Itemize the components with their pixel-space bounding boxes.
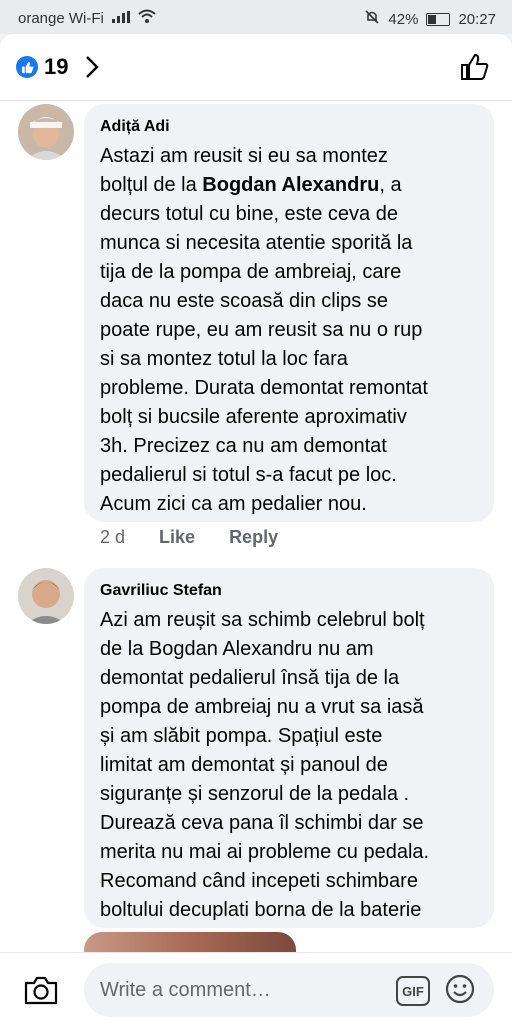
comment-placeholder: Write a comment… — [100, 979, 271, 1001]
comment-input[interactable]: Write a comment… GIF — [84, 963, 494, 1017]
comment-author[interactable]: Gavriliuc Stefan — [100, 582, 478, 600]
comment-text-part: , a decurs totul cu bine, este ceva de m… — [100, 174, 428, 515]
wifi-icon — [138, 9, 156, 27]
chevron-right-icon[interactable] — [84, 54, 100, 85]
comment-time: 2 d — [100, 527, 126, 547]
status-bar: orange Wi-Fi 42% 20:27 — [0, 0, 512, 34]
signal-icon — [111, 10, 130, 27]
reactions-header: 19 — [0, 34, 512, 101]
avatar[interactable] — [18, 568, 74, 624]
mute-icon — [364, 9, 380, 29]
comment-author[interactable]: Adiță Adi — [100, 118, 478, 136]
gif-button[interactable]: GIF — [396, 976, 430, 1006]
clock: 20:27 — [458, 10, 496, 28]
comment-bubble[interactable]: Gavriliuc Stefan Azi am reușit sa schimb… — [84, 568, 494, 928]
carrier-label: orange Wi-Fi — [18, 9, 104, 27]
comments-sheet: 19 Adiță Adi Astazi am reusit si eu sa m… — [0, 34, 512, 1025]
reaction-count[interactable]: 19 — [44, 54, 68, 80]
comment-text: Astazi am reusit si eu sa montez bolțul … — [100, 142, 478, 519]
avatar[interactable] — [18, 104, 74, 160]
emoji-icon[interactable] — [444, 973, 476, 1010]
comment-composer: Write a comment… GIF — [0, 952, 512, 1025]
comment-actions: 2 d Like Reply — [100, 527, 278, 548]
like-button[interactable]: Like — [159, 527, 195, 548]
battery-icon — [426, 12, 451, 26]
like-post-button[interactable] — [460, 52, 490, 87]
comment-bubble[interactable]: Adiță Adi Astazi am reusit si eu sa mont… — [84, 104, 494, 522]
reply-button[interactable]: Reply — [229, 527, 278, 548]
camera-icon[interactable] — [24, 975, 58, 1010]
battery-percent: 42% — [388, 10, 419, 28]
mention-link[interactable]: Bogdan Alexandru — [202, 174, 379, 196]
like-reaction-icon[interactable] — [16, 56, 38, 78]
comment-text: Azi am reușit sa schimb celebrul bolț de… — [100, 609, 430, 921]
